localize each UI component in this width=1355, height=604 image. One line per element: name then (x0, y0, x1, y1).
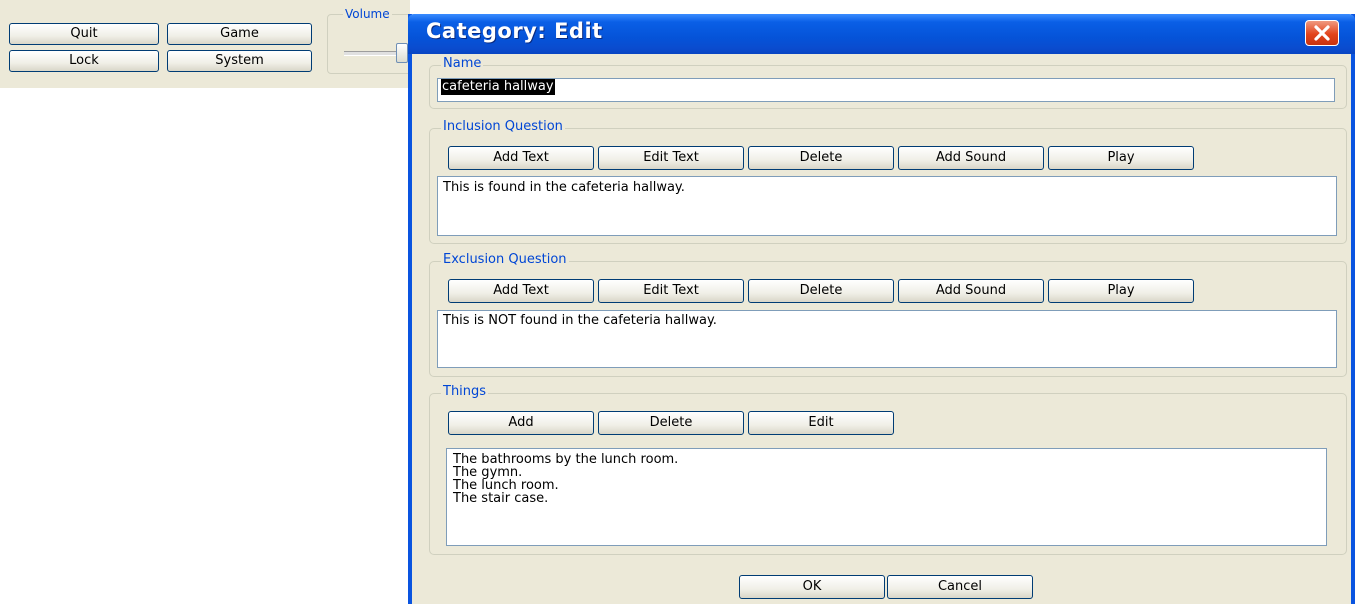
inclusion-play-button[interactable]: Play (1048, 146, 1194, 170)
inclusion-edit-text-button[interactable]: Edit Text (598, 146, 744, 170)
inclusion-text: This is found in the cafeteria hallway. (443, 180, 685, 195)
name-field[interactable] (437, 78, 1335, 102)
things-add-button[interactable]: Add (448, 411, 594, 435)
volume-label: Volume (343, 7, 392, 21)
close-icon (1314, 25, 1330, 41)
name-field-value: cafeteria hallway (441, 79, 555, 95)
things-edit-button[interactable]: Edit (748, 411, 894, 435)
exclusion-text: This is NOT found in the cafeteria hallw… (443, 313, 717, 328)
exclusion-delete-button[interactable]: Delete (748, 279, 894, 303)
quit-button[interactable]: Quit (9, 23, 159, 45)
exclusion-play-button[interactable]: Play (1048, 279, 1194, 303)
cancel-button[interactable]: Cancel (887, 575, 1033, 599)
exclusion-question-label: Exclusion Question (441, 252, 569, 267)
ok-button[interactable]: OK (739, 575, 885, 599)
inclusion-add-text-button[interactable]: Add Text (448, 146, 594, 170)
name-group-label: Name (441, 56, 484, 71)
inclusion-question-label: Inclusion Question (441, 119, 565, 134)
close-button[interactable] (1305, 20, 1339, 46)
list-item[interactable]: The stair case. (453, 492, 678, 505)
volume-slider-thumb[interactable] (396, 43, 408, 63)
system-button[interactable]: System (167, 50, 312, 72)
volume-slider-track[interactable] (344, 51, 404, 56)
things-delete-button[interactable]: Delete (598, 411, 744, 435)
things-list-items: The bathrooms by the lunch room. The gym… (453, 453, 678, 505)
exclusion-add-text-button[interactable]: Add Text (448, 279, 594, 303)
dialog-title: Category: Edit (426, 19, 603, 43)
exclusion-edit-text-button[interactable]: Edit Text (598, 279, 744, 303)
lock-button[interactable]: Lock (9, 50, 159, 72)
game-button[interactable]: Game (167, 23, 312, 45)
things-label: Things (441, 384, 489, 399)
inclusion-add-sound-button[interactable]: Add Sound (898, 146, 1044, 170)
exclusion-add-sound-button[interactable]: Add Sound (898, 279, 1044, 303)
inclusion-delete-button[interactable]: Delete (748, 146, 894, 170)
